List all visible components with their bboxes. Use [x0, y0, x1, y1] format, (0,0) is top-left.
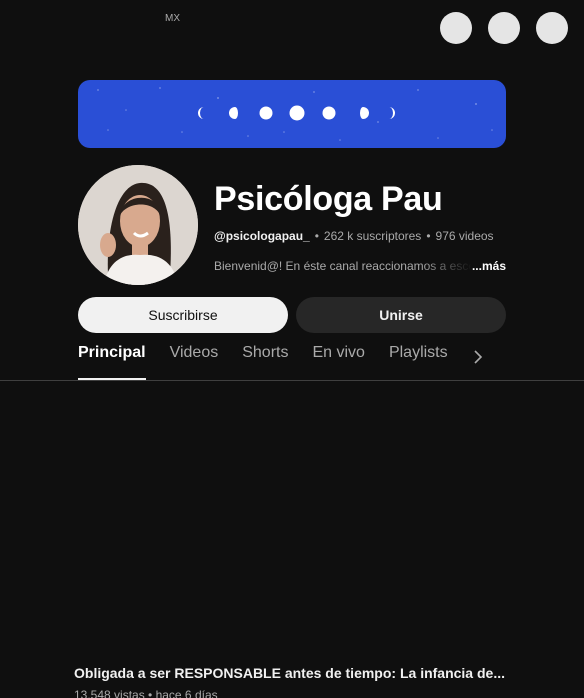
channel-banner	[78, 80, 506, 148]
channel-tabs: Principal Videos Shorts En vivo Playlist…	[78, 344, 472, 380]
channel-meta: @psicologapau_ • 262 k suscriptores • 976 vi…	[214, 229, 494, 243]
create-icon[interactable]	[440, 12, 472, 44]
channel-name: Psicóloga Pau	[214, 180, 443, 218]
channel-avatar[interactable]	[78, 165, 198, 285]
tab-videos[interactable]: Videos	[170, 344, 219, 380]
region-code: MX	[165, 13, 180, 24]
join-button[interactable]: Unirse	[296, 297, 506, 333]
tab-en-vivo[interactable]: En vivo	[312, 344, 364, 380]
meta-separator: •	[314, 229, 319, 243]
featured-video-meta: 13.548 vistas • hace 6 días	[74, 688, 218, 698]
moon-phases-icon	[97, 87, 493, 141]
tabs-divider	[0, 380, 584, 381]
notifications-icon[interactable]	[488, 12, 520, 44]
channel-handle[interactable]: @psicologapau_	[214, 229, 310, 243]
channel-description[interactable]: Bienvenid@! En éste canal reaccionamos a…	[214, 259, 506, 273]
subscribe-button[interactable]: Suscribirse	[78, 297, 288, 333]
tab-playlists[interactable]: Playlists	[389, 344, 448, 380]
description-text: Bienvenid@! En éste canal reaccionamos a…	[214, 259, 472, 273]
more-link[interactable]: ...más	[472, 259, 506, 273]
tab-shorts[interactable]: Shorts	[242, 344, 288, 380]
chevron-right-icon[interactable]	[470, 347, 486, 367]
video-count: 976 videos	[435, 229, 494, 243]
channel-page: MX Psicóloga Pau @psicologapau_ • 262 k …	[0, 0, 584, 698]
featured-video-title[interactable]: Obligada a ser RESPONSABLE antes de tiem…	[74, 665, 505, 681]
account-icon[interactable]	[536, 12, 568, 44]
meta-separator: •	[426, 229, 431, 243]
subscriber-count: 262 k suscriptores	[323, 229, 422, 243]
tab-principal[interactable]: Principal	[78, 344, 146, 380]
